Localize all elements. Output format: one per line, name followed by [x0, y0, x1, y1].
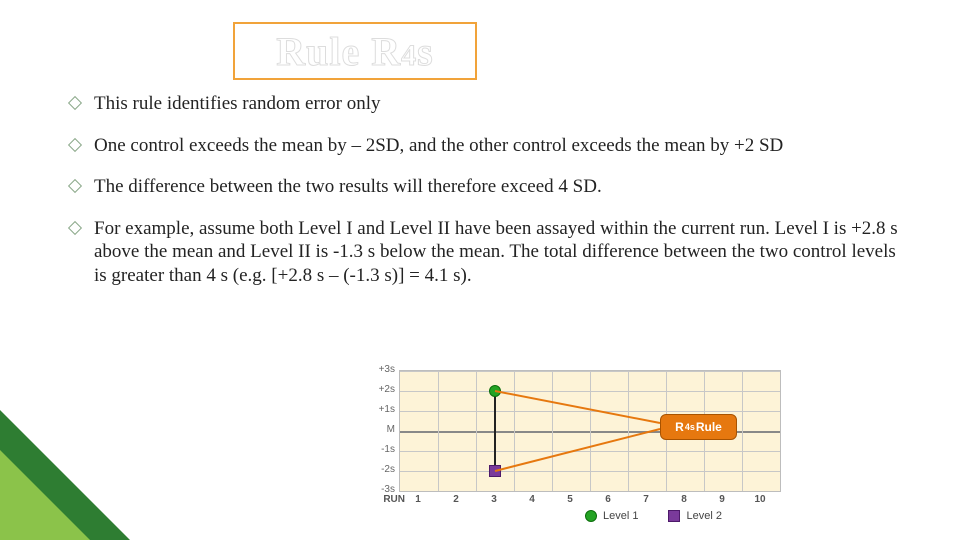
y-tick: -1s	[355, 445, 395, 455]
gridline	[514, 371, 515, 491]
x-tick: 5	[555, 494, 585, 505]
y-tick: +3s	[355, 365, 395, 375]
gridline	[590, 371, 591, 491]
x-tick: 4	[517, 494, 547, 505]
title-sub: 4	[401, 39, 417, 72]
badge-suffix: Rule	[696, 420, 722, 434]
title-tail: s	[417, 29, 434, 74]
legend-label: Level 1	[603, 510, 638, 522]
badge-sub: 4s	[685, 422, 695, 432]
y-tick: +1s	[355, 405, 395, 415]
gridline	[742, 371, 743, 491]
title-box: Rule R4s	[233, 22, 477, 80]
legend-label: Level 2	[686, 510, 721, 522]
level1-marker	[489, 385, 501, 397]
rule-badge: R4s Rule	[660, 414, 737, 440]
legend-item: Level 1	[585, 510, 638, 522]
chart: +3s +2s +1s M -1s -2s -3s	[355, 370, 805, 525]
x-tick: 2	[441, 494, 471, 505]
y-tick: M	[355, 425, 395, 435]
gridline	[552, 371, 553, 491]
y-tick: +2s	[355, 385, 395, 395]
x-tick: 1	[403, 494, 433, 505]
gridline	[628, 371, 629, 491]
page-title: Rule R4s	[276, 28, 433, 75]
x-tick: 10	[745, 494, 775, 505]
x-tick: 9	[707, 494, 737, 505]
legend-item: Level 2	[668, 510, 721, 522]
corner-decoration-icon	[0, 450, 90, 540]
circle-icon	[585, 510, 597, 522]
bullet-list: This rule identifies random error only O…	[70, 92, 900, 305]
badge-prefix: R	[675, 420, 684, 434]
title-main: Rule R	[276, 29, 401, 74]
list-item: The difference between the two results w…	[70, 175, 900, 199]
gridline	[438, 371, 439, 491]
x-axis-label: RUN	[375, 494, 405, 505]
x-tick: 6	[593, 494, 623, 505]
list-item: One control exceeds the mean by – 2SD, a…	[70, 134, 900, 158]
connector-line	[494, 391, 496, 471]
x-tick: 3	[479, 494, 509, 505]
x-tick: 7	[631, 494, 661, 505]
list-item: This rule identifies random error only	[70, 92, 900, 116]
slide: Rule R4s This rule identifies random err…	[0, 0, 960, 540]
gridline	[476, 371, 477, 491]
y-tick: -2s	[355, 465, 395, 475]
square-icon	[668, 510, 680, 522]
level2-marker	[489, 465, 501, 477]
chart-legend: Level 1 Level 2	[585, 510, 722, 522]
x-tick: 8	[669, 494, 699, 505]
chart-plot-area: R4s Rule	[399, 370, 781, 492]
list-item: For example, assume both Level I and Lev…	[70, 217, 900, 288]
